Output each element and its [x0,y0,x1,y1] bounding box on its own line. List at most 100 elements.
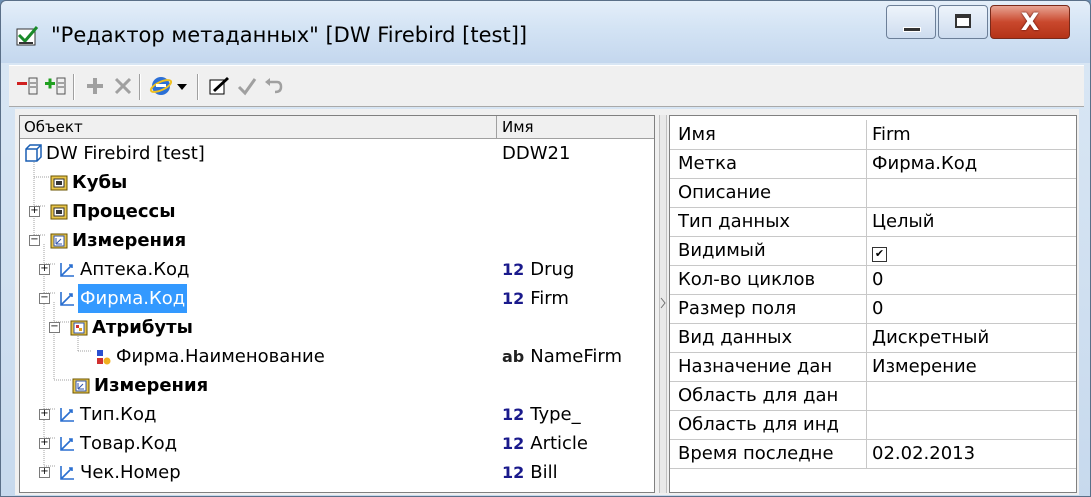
tree-item-label: DW Firebird [test] [46,143,205,164]
property-row[interactable]: Описание [670,178,1076,208]
apply-check-icon[interactable] [235,74,259,98]
tree-row-sub-dimensions[interactable]: Измерения [20,371,654,400]
tree-item-name: 12 Firm [502,284,569,313]
tree-row-dimension[interactable]: + Тип.Код 12 Type_ [20,400,654,429]
expand-toggle[interactable]: + [29,206,40,217]
property-value[interactable]: Фирма.Код [872,149,977,178]
remove-row-icon[interactable] [15,74,39,98]
property-row[interactable]: Тип данных Целый [670,207,1076,237]
maximize-button[interactable] [938,5,988,39]
tree-row-cubes[interactable]: Кубы [20,168,654,197]
property-divider [866,207,867,236]
collapse-toggle[interactable]: − [49,322,60,333]
metadata-tree[interactable]: Объект Имя DW Firebird [test] DDW21 Кубы… [19,115,655,493]
add-icon[interactable] [83,74,107,98]
properties-grid[interactable]: Имя Firm Метка Фирма.Код Описание Тип да… [669,115,1077,493]
property-divider [866,120,867,149]
property-row[interactable]: Область для дан [670,381,1076,411]
property-row[interactable]: Размер поля 0 [670,294,1076,324]
tree-item-name: 12 Article [502,429,588,458]
property-divider [866,352,867,381]
pane-splitter[interactable] [659,115,667,493]
dimension-axis-icon [60,437,74,451]
dimension-axis-icon [60,466,74,480]
tree-row-dimension[interactable]: + Чек.Номер 12 Bill [20,458,654,487]
integer-type-badge: 12 [502,463,525,482]
property-divider [866,178,867,207]
minimize-button[interactable] [886,5,936,39]
close-icon: X [1020,8,1040,36]
dimension-axis-icon [60,408,74,422]
tree-item-label: Тип.Код [80,404,157,425]
property-divider [866,265,867,294]
folder-dimensions-icon [50,233,68,249]
delete-icon[interactable] [111,74,135,98]
property-name: Кол-во циклов [678,269,816,290]
tree-item-label: Аптека.Код [80,259,190,280]
expand-toggle[interactable]: + [39,438,50,449]
property-value[interactable]: 02.02.2013 [872,439,975,468]
tree-item-name-text: Article [530,433,589,454]
expand-toggle[interactable]: + [39,467,50,478]
tree-item-label: Измерения [94,375,209,396]
property-row[interactable]: Время последне 02.02.2013 [670,439,1076,469]
metadata-editor-icon [16,26,39,46]
tree-row-dimensions[interactable]: − Измерения [20,226,654,255]
collapse-toggle[interactable]: − [29,235,40,246]
visible-checkbox-cell[interactable]: ✔ [872,236,887,265]
tree-row-attribute[interactable]: Фирма.Наименование ab NameFirm [20,342,654,371]
tree-row-attributes[interactable]: − Атрибуты [20,313,654,342]
property-value[interactable]: 0 [872,265,883,294]
browser-icon[interactable] [149,74,173,98]
property-row[interactable]: Область для инд [670,410,1076,440]
folder-attributes-icon [70,320,88,336]
integer-type-badge: 12 [502,289,525,308]
property-row[interactable]: Кол-во циклов 0 [670,265,1076,295]
tree-item-name: 12 Bill [502,458,558,487]
undo-icon[interactable] [261,74,285,98]
tree-item-label: Фирма.Код [78,284,188,313]
tree-item-name-text: Bill [530,462,558,483]
property-value[interactable]: Измерение [872,352,977,381]
property-name: Область для инд [678,414,839,435]
tree-item-name-text: Drug [530,259,575,280]
property-value[interactable]: 0 [872,294,883,323]
expand-toggle[interactable]: + [39,409,50,420]
add-row-icon[interactable] [43,74,67,98]
property-name: Видимый [678,240,766,261]
folder-cubes-icon [50,175,68,191]
visible-checkbox[interactable]: ✔ [872,247,887,262]
edit-icon[interactable] [207,74,231,98]
tree-item-label: Чек.Номер [80,462,181,483]
attribute-icon [97,350,111,365]
toolbar [9,65,1084,107]
tree-row-processes[interactable]: + Процессы [20,197,654,226]
tree-item-name: 12 Drug [502,255,574,284]
tree-row-dimension[interactable]: + Товар.Код 12 Article [20,429,654,458]
tree-item-name: 12 Type_ [502,400,581,429]
property-row[interactable]: Назначение дан Измерение [670,352,1076,382]
tree-row-root[interactable]: DW Firebird [test] DDW21 [20,139,654,168]
collapse-toggle[interactable]: − [39,293,50,304]
property-row[interactable]: Вид данных Дискретный [670,323,1076,353]
tree-item-label: Кубы [72,172,128,193]
expand-toggle[interactable]: + [39,264,50,275]
app-window: "Редактор метаданных" [DW Firebird [test… [0,0,1091,497]
tree-item-label: Фирма.Наименование [116,346,325,367]
tree-row-dimension[interactable]: + Аптека.Код 12 Drug [20,255,654,284]
property-row[interactable]: Имя Firm [670,120,1076,150]
tree-item-label: Товар.Код [80,433,178,454]
maximize-icon [955,14,971,28]
close-button[interactable]: X [990,5,1070,39]
property-row[interactable]: Видимый ✔ [670,236,1076,266]
tree-row-dimension-selected[interactable]: − Фирма.Код 12 Firm [20,284,654,313]
property-value[interactable]: Firm [872,120,911,149]
property-row[interactable]: Метка Фирма.Код [670,149,1076,179]
property-name: Тип данных [678,211,791,232]
dropdown-arrow-icon[interactable] [175,74,189,98]
splitter-arrow-icon[interactable] [660,295,666,311]
property-value[interactable]: Целый [872,207,934,236]
property-value[interactable]: Дискретный [872,323,989,352]
title-bar[interactable]: "Редактор метаданных" [DW Firebird [test… [1,1,1090,63]
tree-item-name-text: Firm [530,288,569,309]
